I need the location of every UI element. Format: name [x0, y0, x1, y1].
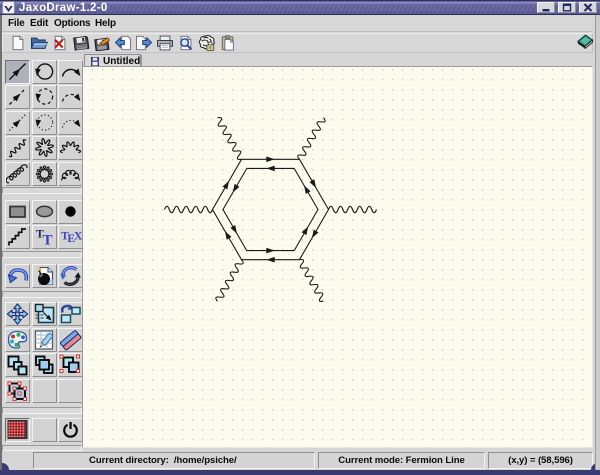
svg-text:TEX: TEX: [61, 231, 82, 245]
svg-text:T: T: [43, 233, 53, 249]
